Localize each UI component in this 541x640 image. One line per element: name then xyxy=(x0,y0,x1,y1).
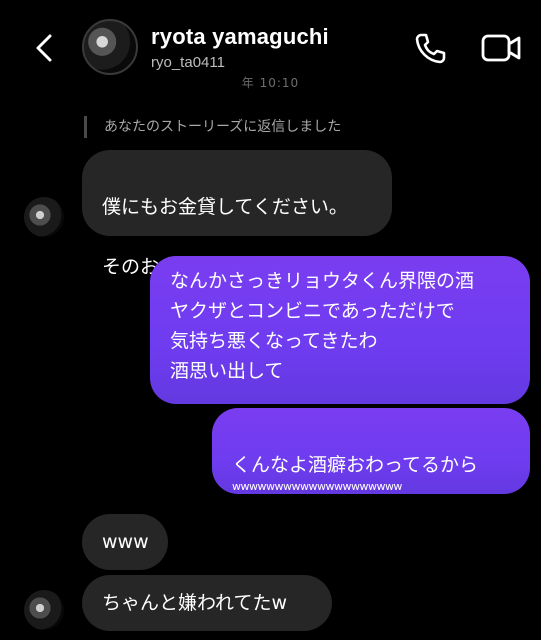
call-button[interactable] xyxy=(410,28,450,68)
contact-name[interactable]: ryota yamaguchi xyxy=(151,24,329,50)
message-text: 僕にもお金貸してください。 xyxy=(102,196,348,218)
message-outgoing[interactable]: くんなよ酒癖おわってるから wwwwwwwwwwwwwwwwwwww xyxy=(212,408,530,494)
message-text: wwwwwwwwwwwwwwwwwwww xyxy=(232,480,402,493)
message-incoming[interactable]: 僕にもお金貸してください。 そのお金で飲み行きます $ xyxy=(82,150,392,279)
message-text: くんなよ酒癖おわってるから xyxy=(232,454,479,476)
profile-avatar[interactable] xyxy=(82,19,138,75)
message-incoming[interactable]: www xyxy=(82,514,168,570)
message-incoming[interactable]: ちゃんと嫌われてたw xyxy=(82,575,332,631)
video-call-button[interactable] xyxy=(480,30,522,66)
contact-handle[interactable]: ryo_ta0411 xyxy=(151,54,225,71)
sender-avatar[interactable] xyxy=(24,197,64,237)
message-outgoing[interactable]: なんかさっきリョウタくん界隈の酒 ヤクザとコンビニであっただけで 気持ち悪くなっ… xyxy=(150,256,530,404)
chevron-left-icon xyxy=(36,34,52,62)
sender-avatar[interactable] xyxy=(24,590,64,630)
back-button[interactable] xyxy=(28,28,64,68)
video-camera-icon xyxy=(481,34,521,62)
phone-icon xyxy=(415,33,446,64)
story-reply-note: あなたのストーリーズに返信しました xyxy=(84,116,341,138)
date-separator: 年 10:10 xyxy=(241,76,300,90)
